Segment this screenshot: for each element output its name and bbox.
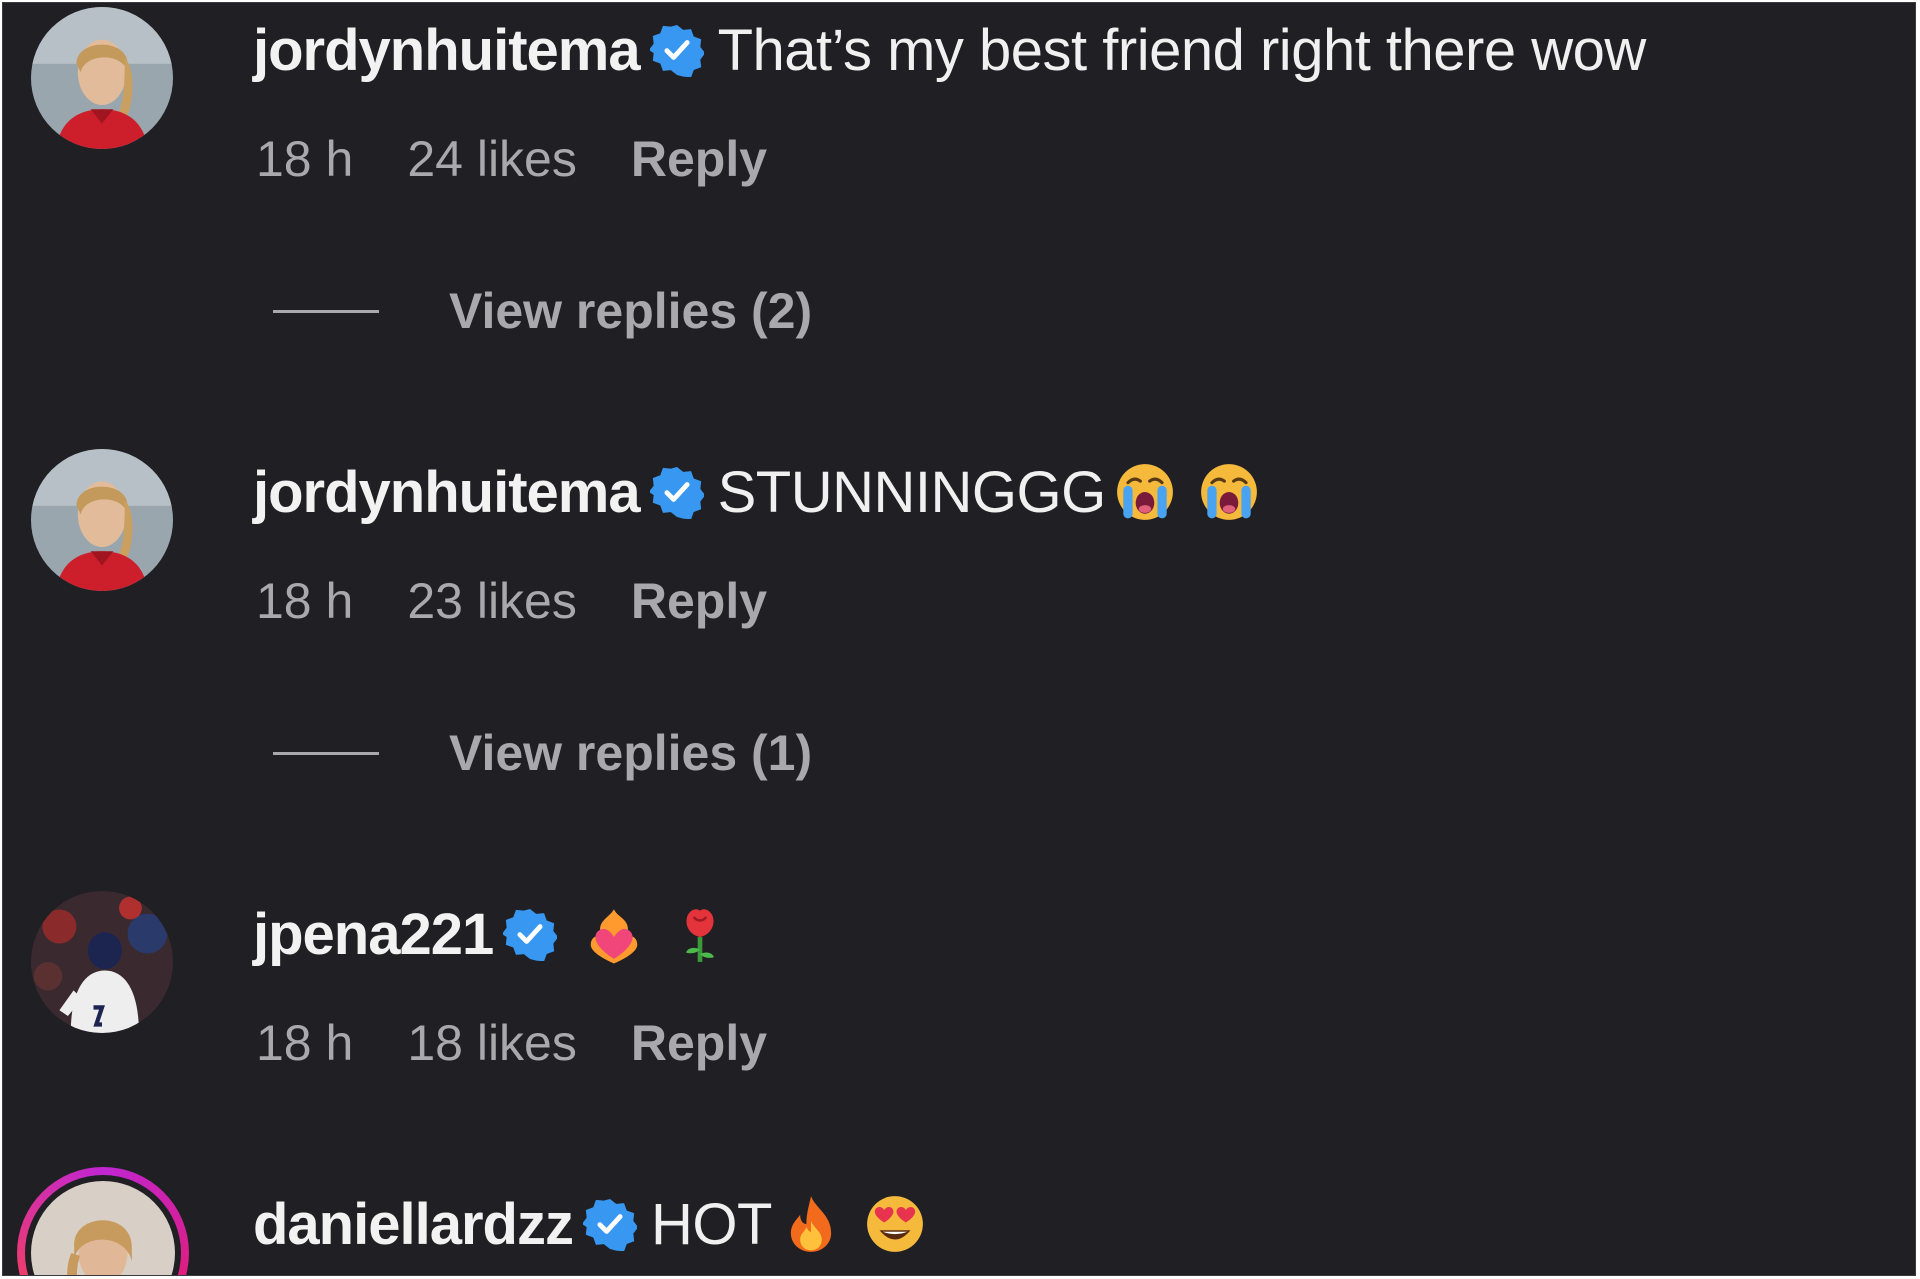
comment-text: STUNNINGGG	[717, 459, 1107, 525]
reply-button[interactable]: Reply	[631, 130, 767, 188]
rose-emoji-icon	[669, 903, 731, 965]
fire-emoji-icon	[780, 1193, 842, 1255]
comments-panel: jordynhuitema That’s my best friend righ…	[2, 2, 1916, 1276]
view-replies-label: View replies (2)	[449, 283, 813, 339]
verified-badge-icon	[503, 907, 557, 961]
comment-username[interactable]: jordynhuitema	[253, 459, 641, 526]
comment-timestamp: 18 h	[256, 573, 354, 629]
verified-badge-icon	[650, 23, 704, 77]
heart-eyes-emoji-icon	[864, 1193, 926, 1255]
heart-on-fire-emoji-icon	[583, 903, 645, 965]
portrait-avatar-icon[interactable]	[31, 449, 173, 591]
verified-badge-icon	[650, 465, 704, 519]
comment-likes-count[interactable]: 23 likes	[407, 572, 577, 630]
comment-text: HOT	[650, 1191, 772, 1257]
replies-divider	[273, 309, 379, 313]
loudly-crying-face-emoji-icon	[1114, 461, 1176, 523]
baseball-player-avatar-icon[interactable]	[31, 891, 173, 1033]
reply-button[interactable]: Reply	[631, 1014, 767, 1072]
comment-username[interactable]: jpena221	[253, 901, 494, 968]
story-ring-avatar-icon[interactable]	[17, 1167, 189, 1275]
portrait-avatar-icon[interactable]	[31, 7, 173, 149]
view-replies-button[interactable]: View replies (2)	[273, 281, 812, 341]
comment-username[interactable]: daniellardzz	[253, 1191, 574, 1258]
comment-text: That’s my best friend right there wow	[717, 17, 1647, 83]
comment-username[interactable]: jordynhuitema	[253, 17, 641, 84]
replies-divider	[273, 751, 379, 755]
verified-badge-icon	[583, 1197, 637, 1251]
view-replies-label: View replies (1)	[449, 725, 813, 781]
comment-likes-count[interactable]: 18 likes	[407, 1014, 577, 1072]
comment-timestamp: 18 h	[256, 131, 354, 187]
view-replies-button[interactable]: View replies (1)	[273, 723, 812, 783]
reply-button[interactable]: Reply	[631, 572, 767, 630]
comment-likes-count[interactable]: 24 likes	[407, 130, 577, 188]
comment-timestamp: 18 h	[256, 1015, 354, 1071]
loudly-crying-face-emoji-icon	[1198, 461, 1260, 523]
